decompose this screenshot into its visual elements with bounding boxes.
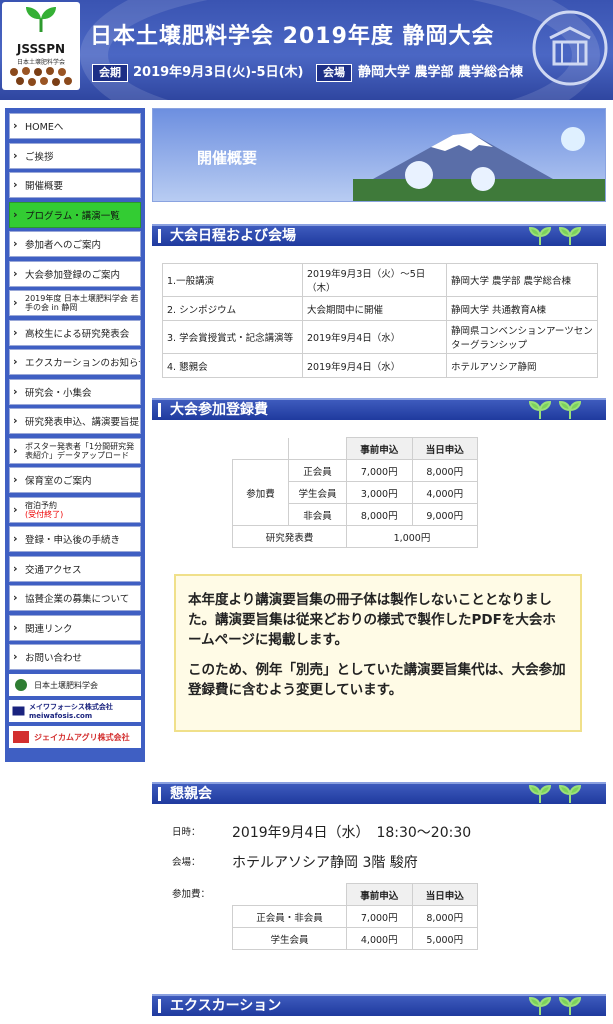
table-row: 2. シンポジウム 大会期間中に開催 静岡大学 共通教育A棟 (162, 296, 598, 321)
chevron-right-icon: › (13, 443, 18, 457)
sidebar-item-home[interactable]: › HOMEへ (9, 113, 141, 139)
jcam-logo-icon (13, 731, 29, 743)
sprouts-icon (528, 401, 582, 419)
sprouts-icon (528, 785, 582, 803)
section-header-fees: 大会参加登録費 (152, 398, 606, 420)
section-header-party: 懇親会 (152, 782, 606, 804)
sidebar-item-links[interactable]: › 関連リンク (9, 614, 141, 641)
society-logo[interactable]: JSSSPN 日本土壌肥料学会 (2, 2, 80, 90)
logo-text: JSSSPN (16, 42, 66, 56)
sidebar-item-procedures[interactable]: › 登録・申込後の手続き (9, 526, 141, 552)
sidebar-item-excursion[interactable]: › エクスカーションのお知らせ (9, 349, 141, 375)
chevron-right-icon: › (13, 414, 18, 427)
chevron-right-icon: › (13, 148, 18, 162)
table-row: 学生会員 4,000円 5,000円 (232, 927, 478, 950)
banner-jcam[interactable]: ジェイカムアグリ株式会社 (9, 726, 141, 748)
banner-meiwafosis[interactable]: メイワフォーシス株式会社 meiwafosis.com (9, 700, 141, 722)
sidebar-nav: › HOMEへ › ご挨拶 › 開催概要 › プログラム・講演一覧 › 参加者へのご案内 … (5, 108, 145, 762)
sidebar-item-access[interactable]: › 交通アクセス (9, 555, 141, 582)
sidebar-item-contact[interactable]: › お問い合わせ (9, 644, 141, 670)
hero-title: 開催概要 (197, 149, 258, 167)
chevron-right-icon: › (13, 502, 18, 516)
party-date-label: 日時： (172, 827, 201, 838)
fee-table: 事前申込 当日申込 参加費 正会員 7,000円 8,000円 学生会員 3,0… (232, 437, 478, 548)
chevron-right-icon: › (13, 620, 18, 634)
table-row: 3. 学会賞授賞式・記念講演等 2019年9月4日（水） 静岡県コンベンションア… (162, 320, 598, 354)
university-emblem-icon (532, 10, 608, 86)
chevron-right-icon: › (13, 355, 18, 368)
party-fee-table: 事前申込 当日申込 正会員・非会員 7,000円 8,000円 学生会員 4,0… (232, 883, 478, 950)
table-row: 正会員・非会員 7,000円 8,000円 (232, 905, 478, 928)
logo-subtext: 日本土壌肥料学会 (16, 59, 65, 66)
chevron-right-icon: › (13, 650, 18, 663)
sidebar-item-overview[interactable]: › 開催概要 (9, 172, 141, 198)
party-venue-value: ホテルアソシア静岡 3階 駿府 (232, 855, 418, 871)
period-value: 2019年9月3日(火)-5日(木) (133, 65, 304, 80)
sidebar-item-registration[interactable]: › 大会参加登録のご案内 (9, 260, 141, 287)
chevron-right-icon: › (13, 207, 18, 221)
site-header: JSSSPN 日本土壌肥料学会 日本土壌肥料学会 2019年度 静岡大会 会期 … (0, 0, 613, 100)
closed-note: (受付終了) (25, 509, 64, 519)
chevron-right-icon: › (13, 591, 18, 604)
chevron-right-icon: › (13, 561, 18, 575)
sidebar-item-sponsors[interactable]: › 協賛企業の募集について (9, 585, 141, 611)
sidebar-item-participants[interactable]: › 参加者へのご案内 (9, 231, 141, 257)
chevron-right-icon: › (13, 266, 18, 280)
sidebar-item-young[interactable]: › 2019年度 日本土壌肥料学会 若手の会 in 静岡 (9, 290, 141, 316)
table-row: 1.一般講演 2019年9月3日（火）〜5日（木） 静岡大学 農学部 農学総合棟 (162, 263, 598, 297)
hero-banner: 開催概要 (152, 108, 606, 202)
chevron-right-icon: › (13, 384, 18, 398)
notice-text-2: このため、例年「別売」としていた講演要旨集代は、大会参加登録費に含むよう変更して… (188, 662, 566, 698)
section-header-schedule: 大会日程および会場 (152, 224, 606, 246)
table-row: 研究発表費 1,000円 (232, 525, 478, 548)
meiwa-logo-icon (12, 706, 25, 716)
table-row: 参加費 正会員 7,000円 8,000円 (232, 459, 478, 526)
sidebar-item-submission[interactable]: › 研究発表申込、講演要旨提出 (9, 408, 141, 434)
sidebar-item-nursery[interactable]: › 保育室のご案内 (9, 467, 141, 493)
chevron-right-icon: › (13, 119, 18, 132)
party-fee-label: 参加費： (172, 889, 211, 900)
venue-badge: 会場 (316, 64, 352, 82)
chevron-right-icon: › (13, 532, 18, 545)
chevron-right-icon: › (13, 237, 18, 250)
table-row: 4. 懇親会 2019年9月4日（水） ホテルアソシア静岡 (162, 353, 598, 378)
chevron-right-icon: › (13, 325, 18, 339)
sidebar-item-poster-upload[interactable]: › ポスター発表者「1分間研究発表紹介」データアップロード (9, 437, 141, 464)
sidebar-item-highschool[interactable]: › 高校生による研究発表会 (9, 319, 141, 346)
header-decoration (80, 0, 600, 100)
society-badge-icon (15, 679, 27, 691)
banner-jssspn[interactable]: 日本土壌肥料学会 (9, 674, 141, 696)
chevron-right-icon: › (13, 296, 18, 309)
sidebar-item-lodging[interactable]: › 宿泊予約 (受付終了) (9, 496, 141, 523)
sidebar-item-program[interactable]: › プログラム・講演一覧 (9, 201, 141, 228)
table-row: 事前申込 当日申込 (232, 437, 478, 460)
sidebar-item-greeting[interactable]: › ご挨拶 (9, 142, 141, 169)
notice-text-1: 本年度より講演要旨集の冊子体は製作しないこととなりました。講演要旨集は従来どおり… (188, 592, 556, 648)
section-header-excursion: エクスカーション (152, 994, 606, 1016)
party-date-value: 2019年9月4日（水） 18:30〜20:30 (232, 825, 472, 841)
chevron-right-icon: › (13, 473, 18, 486)
party-venue-label: 会場： (172, 857, 201, 868)
sprouts-icon (528, 227, 582, 245)
schedule-table: 1.一般講演 2019年9月3日（火）〜5日（木） 静岡大学 農学部 農学総合棟… (162, 263, 598, 378)
period-badge: 会期 (92, 64, 128, 82)
venue-value: 静岡大学 農学部 農学総合棟 (358, 65, 524, 80)
sidebar-item-meetings[interactable]: › 研究会・小集会 (9, 378, 141, 405)
site-title: 日本土壌肥料学会 2019年度 静岡大会 (90, 24, 495, 49)
table-row: 事前申込 当日申込 (232, 883, 478, 906)
sprouts-icon (528, 997, 582, 1015)
soil-dots-icon (10, 67, 72, 86)
notice-box: 本年度より講演要旨集の冊子体は製作しないこととなりました。講演要旨集は従来どおり… (174, 574, 582, 732)
chevron-right-icon: › (13, 178, 18, 191)
sprout-icon (26, 7, 56, 32)
